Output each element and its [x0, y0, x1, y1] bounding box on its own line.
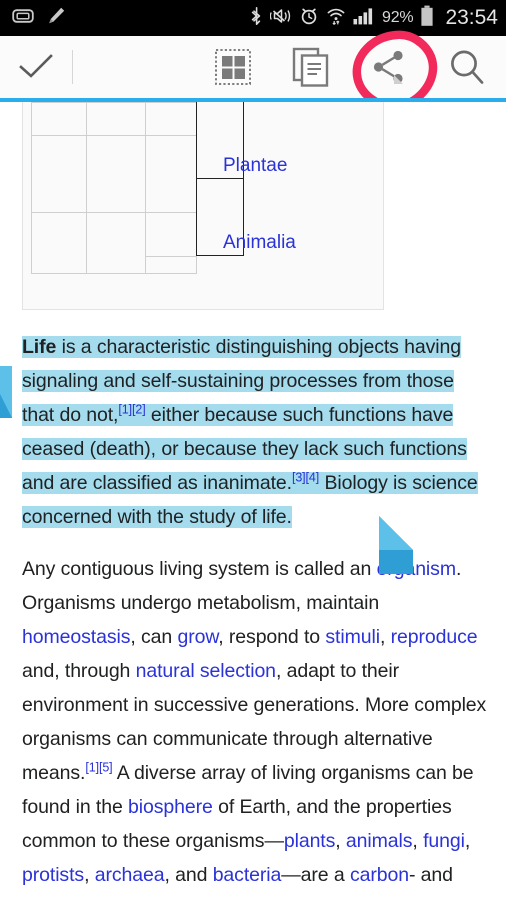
p2-seg-8: , — [379, 626, 391, 648]
search-icon — [451, 50, 484, 84]
p2-seg-4: , can — [130, 626, 178, 648]
p2-seg-28: —are a — [281, 864, 350, 886]
selected-paragraph-block[interactable]: Life is a characteristic distinguishing … — [0, 326, 506, 538]
toolbar-divider — [72, 50, 73, 84]
taxo-cell — [86, 102, 146, 136]
search-button[interactable] — [428, 36, 506, 98]
link-archaea[interactable]: archaea — [95, 864, 165, 886]
taxo-cell — [31, 102, 87, 136]
taxo-cell — [145, 102, 197, 136]
lead-paragraph[interactable]: Life is a characteristic distinguishing … — [22, 326, 488, 538]
taxo-cell — [86, 135, 146, 213]
selection-handle-end[interactable] — [375, 512, 419, 583]
p2-seg-26: , and — [164, 864, 213, 886]
copy-button[interactable] — [272, 36, 350, 98]
status-bar: 92% 23:54 — [0, 0, 506, 36]
status-bar-right-icons: 92% 23:54 — [250, 5, 498, 32]
p2-seg-6: , respond to — [218, 626, 326, 648]
select-all-button[interactable] — [194, 36, 272, 98]
p2-seg-30: - and — [408, 864, 453, 886]
sim-card-icon — [12, 8, 34, 29]
battery-percent-label: 92% — [382, 9, 414, 26]
p2-seg-0: Any contiguous living system is called a… — [22, 558, 377, 580]
link-fungi[interactable]: fungi — [423, 830, 465, 852]
taxo-cell — [145, 256, 197, 274]
p2-seg-10: and, through — [22, 660, 136, 682]
status-bar-left-icons — [12, 6, 66, 31]
ref-1-2[interactable]: [1][2] — [118, 403, 145, 417]
battery-icon — [420, 5, 434, 32]
link-reproduce[interactable]: reproduce — [391, 626, 478, 648]
select-all-icon — [215, 49, 251, 85]
ref-1-5[interactable]: [1][5] — [85, 761, 112, 775]
share-button[interactable] — [350, 36, 428, 98]
p2-seg-22: , — [464, 830, 471, 852]
taxo-cell — [31, 212, 87, 274]
bluetooth-icon — [250, 6, 263, 31]
link-protists[interactable]: protists — [22, 864, 84, 886]
taxon-link-plantae[interactable]: Plantae — [223, 155, 287, 177]
check-icon — [19, 54, 53, 78]
selection-handle-start[interactable] — [0, 366, 22, 425]
taxo-cell — [145, 135, 197, 213]
p2-seg-18: , — [335, 830, 346, 852]
link-natural-selection[interactable]: natural selection — [136, 660, 276, 682]
confirm-selection-button[interactable] — [0, 52, 72, 82]
taxo-cell — [145, 212, 197, 257]
body-paragraph[interactable]: Any contiguous living system is called a… — [22, 552, 488, 900]
link-grow[interactable]: grow — [177, 626, 218, 648]
link-plants[interactable]: plants — [284, 830, 336, 852]
p2-seg-24: , — [84, 864, 95, 886]
clock-label: 23:54 — [445, 6, 498, 29]
link-carbon[interactable]: carbon — [350, 864, 409, 886]
link-animals[interactable]: animals — [346, 830, 413, 852]
ref-3-4[interactable]: [3][4] — [292, 471, 319, 485]
selection-highlight: Life is a characteristic distinguishing … — [22, 336, 478, 528]
action-toolbar — [0, 36, 506, 98]
link-stimuli[interactable]: stimuli — [325, 626, 380, 648]
copy-icon — [292, 47, 329, 87]
signal-bars-icon — [353, 7, 375, 30]
mute-vibrate-icon — [269, 6, 292, 31]
body-paragraph-block[interactable]: Any contiguous living system is called a… — [0, 552, 506, 900]
taxonomy-grid — [31, 102, 244, 274]
share-icon — [373, 50, 403, 84]
taxo-cell — [31, 135, 87, 213]
taxonomy-infobox: Plantae Animalia — [22, 102, 384, 310]
taxon-link-animalia[interactable]: Animalia — [223, 232, 296, 254]
lead-bold-term: Life — [22, 336, 57, 358]
taxo-cell — [86, 212, 146, 274]
link-biosphere[interactable]: biosphere — [128, 796, 213, 818]
alarm-icon — [299, 6, 319, 31]
pencil-icon — [46, 6, 66, 31]
p2-seg-20: , — [412, 830, 424, 852]
app-root: 92% 23:54 Plantae Animalia Life is a cha… — [0, 0, 506, 900]
link-homeostasis[interactable]: homeostasis — [22, 626, 130, 648]
link-bacteria[interactable]: bacteria — [213, 864, 282, 886]
article-content[interactable]: Plantae Animalia Life is a characteristi… — [0, 102, 506, 900]
wifi-icon — [326, 6, 346, 31]
